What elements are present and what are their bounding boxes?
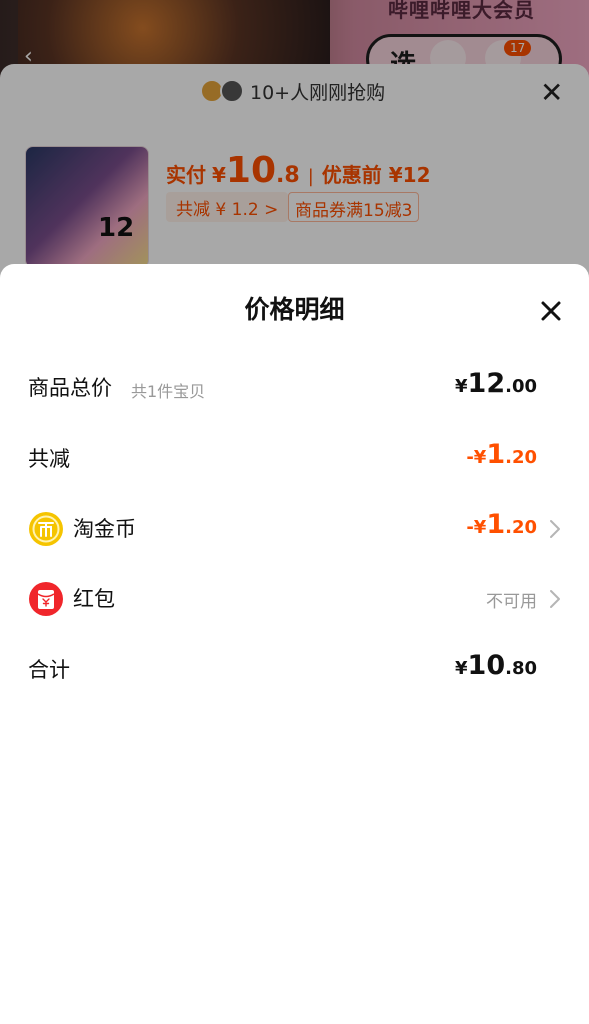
row-label: 共减 bbox=[28, 447, 70, 471]
close-icon[interactable] bbox=[534, 294, 568, 328]
row-goods-total: 商品总价 共1件宝贝 ¥12.00 bbox=[0, 368, 589, 408]
amount-integer: 12 bbox=[467, 368, 506, 399]
amount-integer: 1 bbox=[486, 509, 506, 540]
item-count: 共1件宝贝 bbox=[131, 382, 206, 401]
gold-coin-icon bbox=[28, 511, 64, 547]
total-discount-amount: -¥1.20 bbox=[466, 439, 537, 470]
grand-total-amount: ¥10.80 bbox=[455, 650, 537, 681]
row-grand-total: 合计 ¥10.80 bbox=[0, 650, 589, 690]
amount-integer: 10 bbox=[467, 650, 506, 681]
amount-decimal: .20 bbox=[505, 447, 537, 468]
price-detail-sheet: 价格明细 商品总价 共1件宝贝 ¥12.00 共减 -¥1.20 淘金币 -¥1… bbox=[0, 264, 589, 1024]
amount-integer: 1 bbox=[486, 439, 506, 470]
red-packet-status: 不可用 bbox=[486, 592, 537, 612]
sheet-title: 价格明细 bbox=[244, 295, 345, 324]
row-label: 红包 bbox=[73, 587, 115, 611]
row-tao-coin[interactable]: 淘金币 -¥1.20 bbox=[0, 509, 589, 549]
amount-currency: -¥ bbox=[466, 517, 487, 538]
row-label: 商品总价 bbox=[28, 376, 112, 400]
row-total-discount: 共减 -¥1.20 bbox=[0, 439, 589, 479]
amount-currency: ¥ bbox=[455, 376, 468, 397]
row-label: 合计 bbox=[28, 658, 70, 682]
tao-coin-amount: -¥1.20 bbox=[466, 509, 537, 540]
amount-currency: -¥ bbox=[466, 447, 487, 468]
amount-decimal: .80 bbox=[505, 658, 537, 679]
row-label: 淘金币 bbox=[73, 517, 136, 541]
amount-decimal: .20 bbox=[505, 517, 537, 538]
amount-decimal: .00 bbox=[505, 376, 537, 397]
red-packet-icon bbox=[28, 581, 64, 617]
goods-total-amount: ¥12.00 bbox=[455, 368, 537, 399]
chevron-right-icon bbox=[548, 517, 562, 541]
amount-currency: ¥ bbox=[455, 658, 468, 679]
chevron-right-icon bbox=[548, 587, 562, 611]
row-red-packet[interactable]: 红包 不可用 bbox=[0, 579, 589, 619]
